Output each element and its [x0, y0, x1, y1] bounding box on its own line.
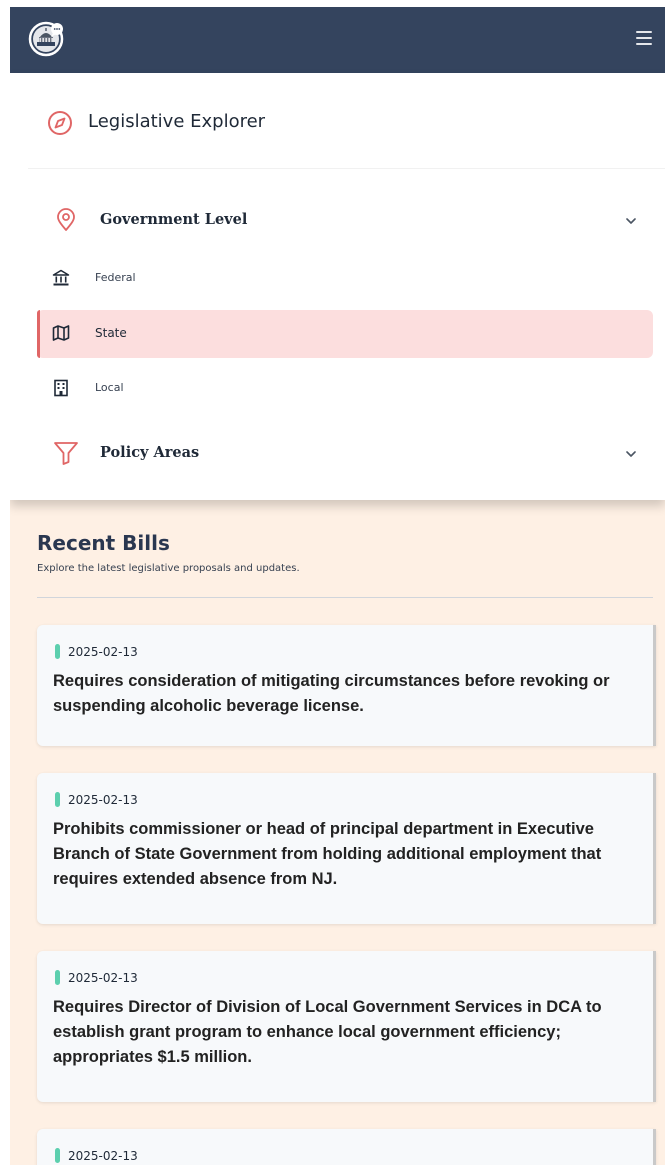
top-navbar [10, 7, 665, 73]
panel-header: Legislative Explorer [28, 73, 665, 169]
date-pill-icon [55, 792, 60, 807]
bill-title[interactable]: Prohibits commissioner or head of princi… [53, 817, 649, 892]
level-item-local[interactable]: Local [37, 365, 653, 413]
bill-card[interactable]: 2025-02-13 Requires Director of Division… [37, 951, 656, 1102]
policy-areas-label: Policy Areas [100, 444, 200, 461]
level-item-label: Federal [95, 271, 136, 284]
bill-title[interactable]: Requires consideration of mitigating cir… [53, 669, 649, 719]
legislative-explorer-panel: Legislative Explorer Government Level Fe… [10, 73, 665, 500]
capitol-chat-logo-icon[interactable] [27, 20, 65, 58]
bill-title[interactable]: Requires Director of Division of Local G… [53, 995, 649, 1070]
level-item-label: Local [95, 381, 124, 394]
compass-icon [48, 111, 72, 135]
divider [37, 597, 653, 598]
level-item-state[interactable]: State [37, 310, 653, 358]
landmark-icon [52, 269, 70, 286]
page-subtitle: Explore the latest legislative proposals… [37, 563, 300, 574]
chevron-down-icon [626, 451, 636, 457]
building-icon [54, 379, 68, 397]
bill-card[interactable]: 2025-02-13 Requires consideration of mit… [37, 625, 656, 746]
bill-card[interactable]: 2025-02-13 Prohibits commissioner or hea… [37, 773, 656, 924]
government-level-label: Government Level [100, 211, 248, 228]
date-pill-icon [55, 1148, 60, 1163]
filter-icon [54, 442, 78, 465]
bill-date: 2025-02-13 [55, 1148, 138, 1163]
panel-title: Legislative Explorer [88, 111, 266, 132]
map-pin-icon [57, 208, 75, 231]
bill-date: 2025-02-13 [55, 970, 138, 985]
map-icon [52, 325, 70, 341]
policy-areas-toggle[interactable]: Policy Areas [10, 434, 665, 474]
bill-card[interactable]: 2025-02-13 [37, 1129, 656, 1165]
bill-date: 2025-02-13 [55, 644, 138, 659]
date-pill-icon [55, 970, 60, 985]
level-item-label: State [95, 326, 127, 340]
chevron-down-icon [626, 218, 636, 224]
page-title: Recent Bills [37, 531, 170, 555]
date-pill-icon [55, 644, 60, 659]
government-level-toggle[interactable]: Government Level [10, 201, 665, 241]
app-frame: Legislative Explorer Government Level Fe… [10, 7, 665, 1165]
hamburger-menu-icon[interactable] [636, 28, 652, 48]
level-item-federal[interactable]: Federal [37, 255, 653, 303]
bill-date: 2025-02-13 [55, 792, 138, 807]
